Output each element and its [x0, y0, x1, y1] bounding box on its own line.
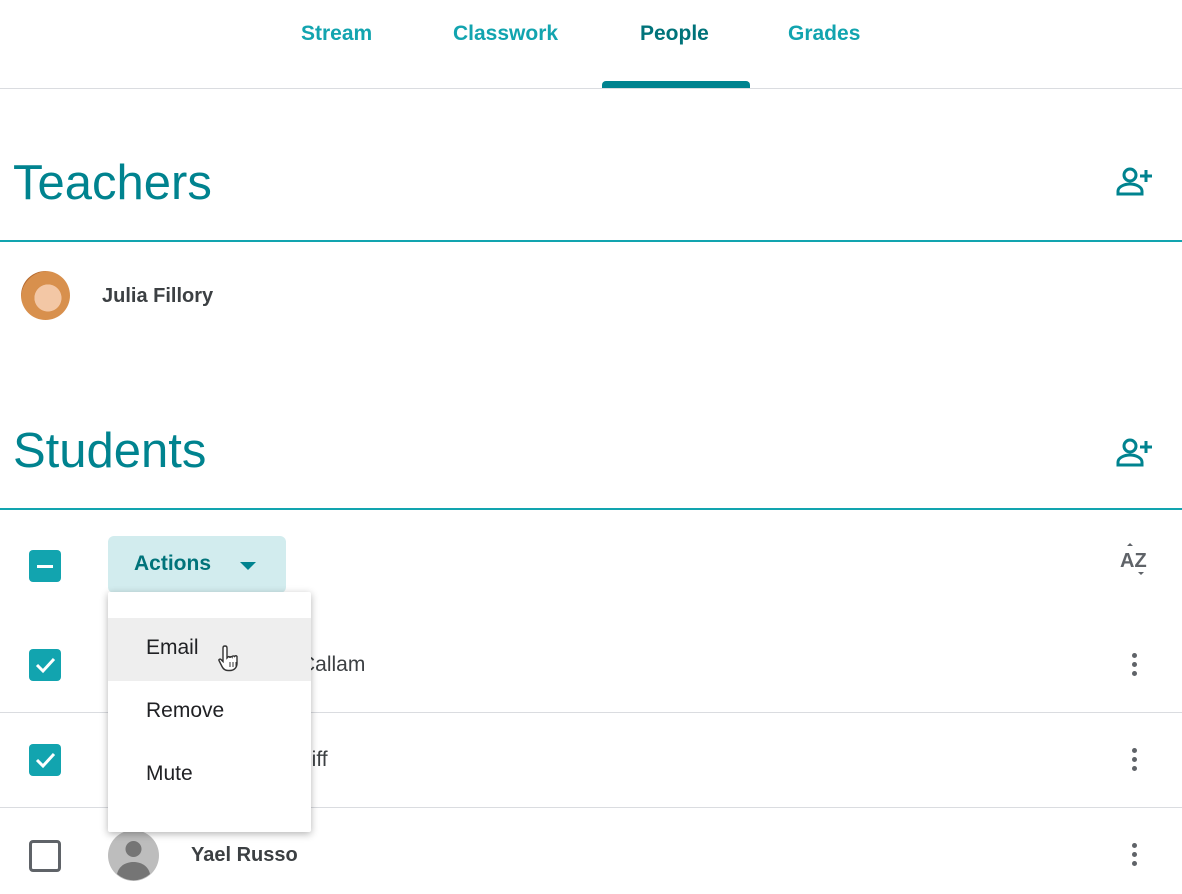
menu-item-remove[interactable]: Remove: [108, 681, 311, 744]
active-tab-indicator: [602, 81, 750, 88]
teachers-heading: Teachers: [13, 156, 212, 210]
more-vert-icon[interactable]: [1128, 843, 1140, 871]
student-checkbox[interactable]: [29, 649, 61, 681]
caret-down-icon: [240, 562, 256, 570]
actions-menu: Email Remove Mute: [108, 592, 311, 832]
person-add-icon[interactable]: [1116, 437, 1154, 467]
hand-pointer-icon: [218, 645, 238, 672]
tab-people[interactable]: People: [640, 22, 709, 46]
menu-item-email[interactable]: Email: [108, 618, 311, 681]
check-icon: [35, 657, 56, 674]
svg-text:AZ: AZ: [1120, 550, 1147, 572]
student-name[interactable]: Yael Russo: [191, 844, 298, 867]
person-add-icon[interactable]: [1116, 166, 1154, 196]
students-divider: [0, 508, 1182, 510]
select-all-checkbox[interactable]: [29, 550, 61, 582]
tab-stream[interactable]: Stream: [301, 22, 372, 46]
tab-grades[interactable]: Grades: [788, 22, 860, 46]
teacher-name[interactable]: Julia Fillory: [102, 285, 213, 308]
student-avatar: [108, 830, 159, 881]
tab-bar: Stream Classwork People Grades: [0, 0, 1182, 89]
actions-button[interactable]: Actions: [108, 536, 286, 593]
actions-label: Actions: [134, 552, 212, 575]
teacher-avatar: [21, 271, 70, 320]
teachers-divider: [0, 240, 1182, 242]
check-icon: [35, 752, 56, 769]
student-checkbox[interactable]: [29, 840, 61, 872]
more-vert-icon[interactable]: [1128, 748, 1140, 776]
menu-item-mute[interactable]: Mute: [108, 744, 311, 807]
students-heading: Students: [13, 424, 207, 478]
more-vert-icon[interactable]: [1128, 653, 1140, 681]
sort-az-icon[interactable]: AZ: [1118, 542, 1152, 576]
student-checkbox[interactable]: [29, 744, 61, 776]
tab-classwork[interactable]: Classwork: [453, 22, 558, 46]
